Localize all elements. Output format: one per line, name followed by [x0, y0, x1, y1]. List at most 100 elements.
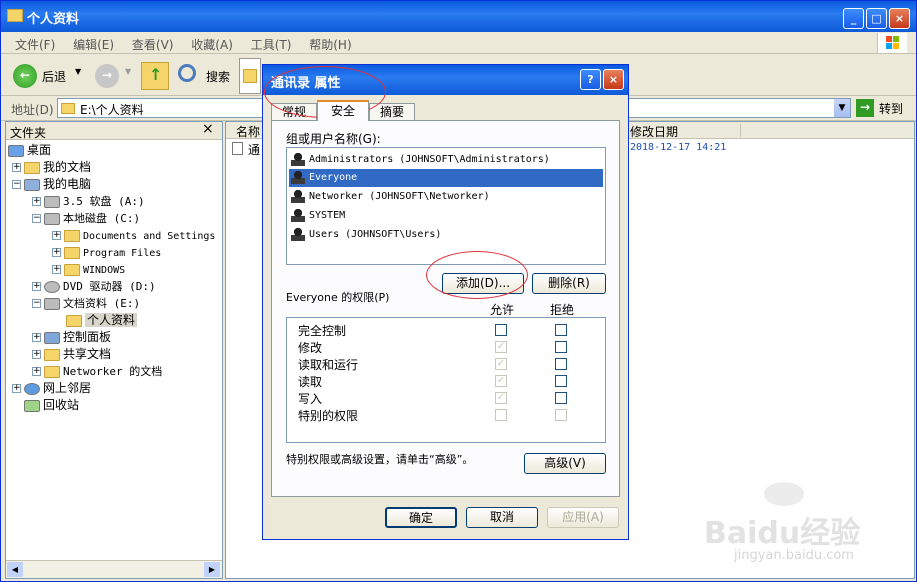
- ok-button[interactable]: 确定: [385, 507, 457, 528]
- allow-read-checkbox: ✓: [495, 375, 507, 387]
- annotation-oval-add: [426, 251, 528, 299]
- tree-item-program-files[interactable]: + Program Files: [52, 244, 161, 261]
- column-divider[interactable]: [740, 124, 741, 137]
- file-date: 2018-12-17 14:21: [630, 142, 727, 153]
- minimize-button[interactable]: _: [843, 8, 864, 29]
- properties-dialog: 通讯录 属性 ? × 常规 安全 摘要 组或用户名称(G): Administr…: [262, 64, 629, 540]
- control-panel-icon: [44, 331, 60, 344]
- menu-tools[interactable]: 工具(T): [251, 36, 292, 53]
- scroll-right-icon[interactable]: ▶: [204, 562, 220, 577]
- dvd-icon: [44, 280, 60, 293]
- apply-button[interactable]: 应用(A): [547, 507, 619, 528]
- allow-full-control-checkbox[interactable]: [495, 324, 507, 336]
- expand-icon[interactable]: +: [32, 333, 41, 342]
- tree-close-icon[interactable]: ×: [202, 121, 214, 137]
- up-arrow-icon: ↑: [149, 65, 163, 84]
- dialog-close-button[interactable]: ×: [603, 69, 624, 90]
- go-button[interactable]: → 转到: [856, 98, 912, 118]
- tree-item-desktop[interactable]: 桌面: [8, 142, 51, 159]
- tree-item-network[interactable]: + 网上邻居: [12, 380, 91, 397]
- tab-security[interactable]: 安全: [317, 100, 369, 121]
- deny-read-checkbox[interactable]: [555, 375, 567, 387]
- menu-favorites[interactable]: 收藏(A): [191, 36, 233, 53]
- tree-item-networker-docs[interactable]: + Networker 的文档: [32, 363, 162, 380]
- allow-header: 允许: [490, 303, 515, 317]
- expand-icon[interactable]: +: [12, 163, 21, 172]
- expand-icon[interactable]: +: [52, 231, 61, 240]
- list-item[interactable]: Networker (JOHNSOFT\Networker): [291, 188, 601, 206]
- floppy-icon: [44, 195, 60, 208]
- collapse-icon[interactable]: −: [32, 214, 41, 223]
- collapse-icon[interactable]: −: [32, 299, 41, 308]
- back-button[interactable]: ← 后退 ▼: [13, 64, 83, 88]
- menu-view[interactable]: 查看(V): [132, 36, 174, 53]
- deny-modify-checkbox[interactable]: [555, 341, 567, 353]
- tree-item-dvd[interactable]: + DVD 驱动器 (D:): [32, 278, 156, 295]
- tree-item-windows[interactable]: + WINDOWS: [52, 261, 125, 278]
- tree-item-my-documents[interactable]: + 我的文档: [12, 159, 91, 176]
- address-dropdown-icon[interactable]: ▼: [834, 99, 850, 117]
- dialog-help-button[interactable]: ?: [580, 69, 601, 90]
- folders-button[interactable]: [239, 58, 261, 94]
- back-dropdown-icon[interactable]: ▼: [75, 67, 81, 76]
- list-item[interactable]: Administrators (JOHNSOFT\Administrators): [291, 151, 601, 169]
- column-name-header[interactable]: 名称: [236, 123, 260, 140]
- tree-item-personal-data[interactable]: 个人资料: [66, 312, 138, 329]
- deny-special-checkbox: [555, 409, 567, 421]
- expand-icon[interactable]: +: [32, 350, 41, 359]
- menu-help[interactable]: 帮助(H): [309, 36, 351, 53]
- search-icon: [178, 64, 196, 82]
- baidu-watermark: Baidu经验 jingyan.baidu.com: [704, 482, 904, 572]
- expand-icon[interactable]: +: [12, 384, 21, 393]
- users-listbox[interactable]: Administrators (JOHNSOFT\Administrators)…: [286, 147, 606, 265]
- menu-edit[interactable]: 编辑(E): [73, 36, 114, 53]
- column-date-header[interactable]: 修改日期: [630, 123, 678, 140]
- close-button[interactable]: ×: [889, 8, 910, 29]
- tree-item-recycle-bin[interactable]: 回收站: [24, 397, 79, 414]
- network-icon: [24, 382, 40, 395]
- documents-icon: [24, 161, 40, 174]
- tree-item-my-computer[interactable]: − 我的电脑: [12, 176, 91, 193]
- maximize-button[interactable]: □: [866, 8, 887, 29]
- expand-icon[interactable]: +: [52, 248, 61, 257]
- list-item[interactable]: Users (JOHNSOFT\Users): [291, 226, 601, 244]
- tree-item-drive-e[interactable]: − 文档资料 (E:): [32, 295, 140, 312]
- permissions-list: 完全控制 修改 读取和运行 读取 写入 特别的权限 ✓ ✓ ✓ ✓: [286, 317, 606, 443]
- folder-tree-pane: 文件夹 × 桌面 + 我的文档 − 我的电脑 +3.5 软盘 (A:) − 本地磁盘 …: [5, 121, 223, 579]
- list-item-selected[interactable]: Everyone: [289, 169, 603, 187]
- tree-item-control-panel[interactable]: + 控制面板: [32, 329, 111, 346]
- perm-modify: 修改: [298, 341, 323, 355]
- recycle-bin-icon: [24, 399, 40, 412]
- folders-icon: [243, 69, 257, 83]
- folder-icon: [44, 365, 60, 378]
- menu-file[interactable]: 文件(F): [15, 36, 55, 53]
- deny-full-control-checkbox[interactable]: [555, 324, 567, 336]
- tree-scrollbar[interactable]: ◀ ▶: [6, 560, 222, 578]
- remove-button[interactable]: 删除(R): [532, 273, 606, 294]
- desktop-icon: [8, 144, 24, 157]
- forward-button[interactable]: →: [95, 64, 119, 88]
- up-folder-button[interactable]: ↑: [141, 62, 169, 90]
- tree-item-drive-c[interactable]: − 本地磁盘 (C:): [32, 210, 140, 227]
- deny-read-execute-checkbox[interactable]: [555, 358, 567, 370]
- window-title: 个人资料: [27, 12, 80, 27]
- expand-icon[interactable]: +: [52, 265, 61, 274]
- scroll-left-icon[interactable]: ◀: [7, 562, 23, 577]
- forward-dropdown-icon[interactable]: ▼: [125, 67, 131, 76]
- expand-icon[interactable]: +: [32, 197, 41, 206]
- expand-icon[interactable]: +: [32, 367, 41, 376]
- advanced-button[interactable]: 高级(V): [524, 453, 606, 474]
- deny-write-checkbox[interactable]: [555, 392, 567, 404]
- cancel-button[interactable]: 取消: [466, 507, 538, 528]
- allow-read-execute-checkbox: ✓: [495, 358, 507, 370]
- expand-icon[interactable]: +: [32, 282, 41, 291]
- list-item[interactable]: SYSTEM: [291, 207, 601, 225]
- user-group-icon: [291, 170, 305, 184]
- perm-special: 特别的权限: [298, 409, 359, 423]
- collapse-icon[interactable]: −: [12, 180, 21, 189]
- search-button[interactable]: 搜索: [178, 64, 236, 88]
- tree-item-floppy[interactable]: +3.5 软盘 (A:): [32, 193, 145, 210]
- folder-icon: [44, 348, 60, 361]
- tree-item-documents-and-settings[interactable]: + Documents and Settings: [52, 227, 215, 244]
- tree-item-shared-docs[interactable]: + 共享文档: [32, 346, 111, 363]
